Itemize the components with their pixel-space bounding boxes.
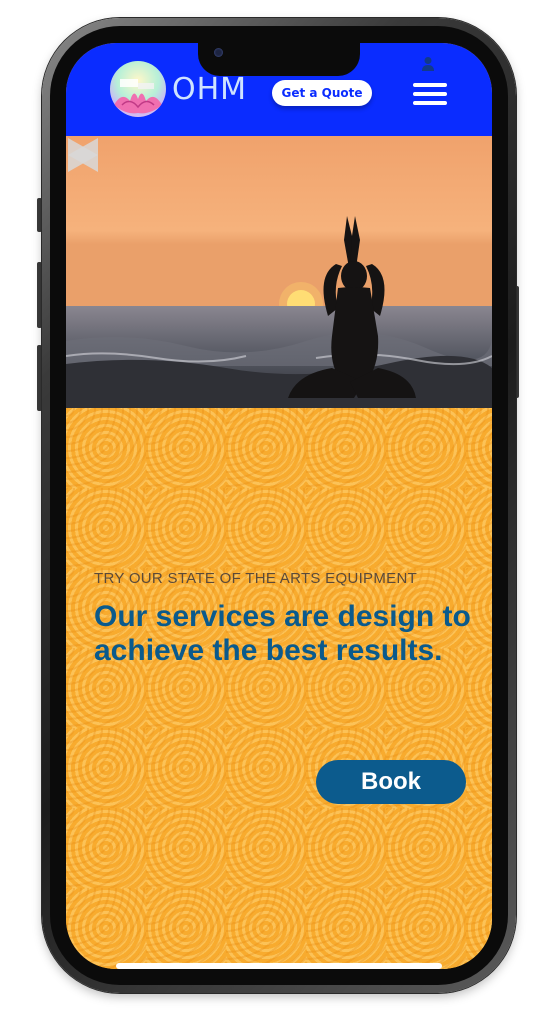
menu-bar (413, 92, 447, 96)
services-section: TRY OUR STATE OF THE ARTS EQUIPMENT Our … (66, 408, 492, 969)
logo-icon[interactable] (110, 61, 166, 117)
hero-slider (66, 136, 492, 408)
home-indicator (116, 963, 442, 969)
menu-bar (413, 101, 447, 105)
book-button[interactable]: Book (316, 760, 466, 804)
hamburger-menu-icon[interactable] (413, 83, 447, 109)
section-kicker: TRY OUR STATE OF THE ARTS EQUIPMENT (94, 570, 418, 587)
notch (198, 43, 360, 76)
hero-image (66, 136, 492, 408)
phone-screen: OHM Get a Quote TRY OUR STATE OF THE ART… (66, 43, 492, 969)
menu-bar (413, 83, 447, 87)
section-headline: Our services are design to achieve the b… (94, 600, 471, 667)
get-a-quote-button[interactable]: Get a Quote (272, 80, 372, 106)
user-icon[interactable] (421, 56, 435, 72)
chevron-right-icon[interactable] (66, 136, 100, 174)
front-camera (214, 48, 223, 57)
brand-name[interactable]: OHM (172, 73, 247, 107)
